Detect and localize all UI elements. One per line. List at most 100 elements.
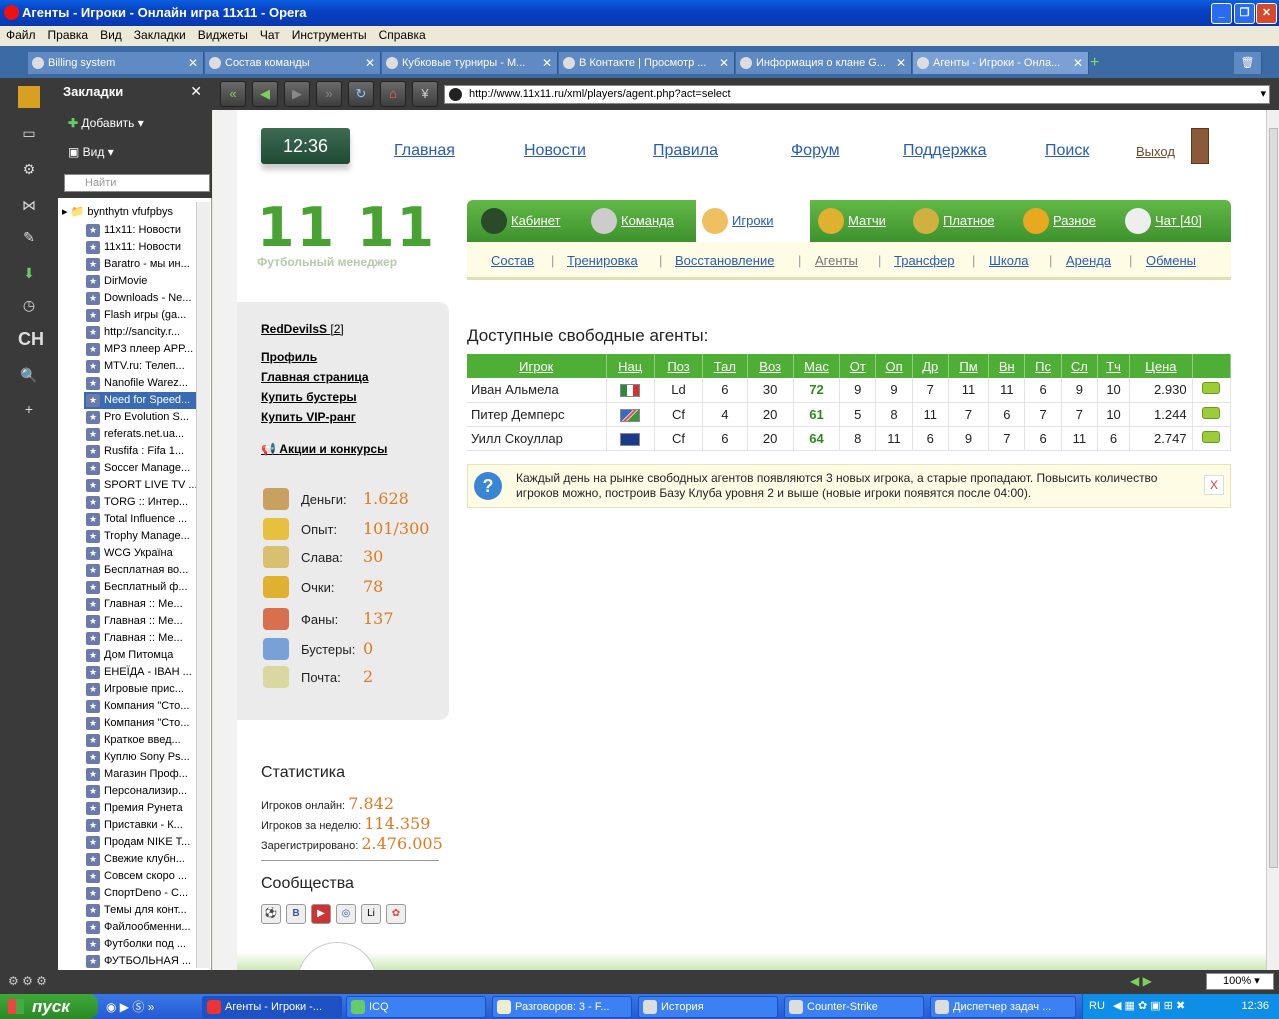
widgets-icon[interactable]: ⚙ (18, 158, 40, 180)
page-scrollbar[interactable] (1266, 110, 1279, 970)
quick-launch-icons[interactable]: ◉ ▶ Ⓢ » (106, 998, 154, 1015)
subtab-loan[interactable]: Аренда (1066, 253, 1111, 268)
flickr-icon[interactable]: ✿ (386, 904, 406, 924)
menu-help[interactable]: Справка (373, 26, 432, 44)
site-logo[interactable]: 11 11 Футбольный менеджер (257, 196, 437, 269)
close-button[interactable]: ✕ (1256, 3, 1277, 24)
col-vn[interactable]: Вн (988, 354, 1026, 378)
subtab-exchanges[interactable]: Обмены (1146, 253, 1196, 268)
rewind-icon[interactable]: « (220, 81, 246, 107)
subtab-transfer[interactable]: Трансфер (894, 253, 955, 268)
menu-chat[interactable]: Чат (254, 26, 286, 44)
bookmark-item[interactable]: ★ Главная :: Ме... (84, 596, 198, 613)
bookmarks-search-input[interactable]: Найти (64, 174, 210, 192)
bookmark-item[interactable]: ★ Nanofile Warez... (84, 375, 198, 392)
fast-forward-icon[interactable]: » (316, 81, 342, 107)
task-manager[interactable]: Диспетчер задач ... (930, 996, 1076, 1018)
soccer-icon[interactable]: ⚽ (261, 904, 281, 924)
subtab-school[interactable]: Школа (989, 253, 1029, 268)
bookmark-item[interactable]: ★ СпортDeno - С... (84, 885, 198, 902)
forward-icon[interactable]: ▶ (284, 81, 310, 107)
bookmark-folder[interactable]: ▸ 📁 bynthytn vfufpbys (62, 205, 173, 218)
task-history[interactable]: История (638, 996, 778, 1018)
nav-home[interactable]: Главная (394, 142, 455, 160)
nav-forum[interactable]: Форум (791, 142, 840, 160)
start-button[interactable]: пуск (0, 994, 98, 1019)
bookmarks-panel-icon[interactable]: ▭ (18, 122, 40, 144)
buy-money-icon[interactable] (1202, 430, 1221, 443)
buy-money-icon[interactable] (1202, 382, 1221, 395)
tab-matches[interactable]: Матчи (812, 200, 904, 242)
trash-icon[interactable]: 🗑 (1234, 52, 1262, 74)
bookmark-item[interactable]: ★ Приставки - К... (84, 817, 198, 834)
menu-file[interactable]: Файл (0, 26, 42, 44)
bookmark-item[interactable]: ★ Компания "Сто... (84, 698, 198, 715)
subtab-recovery[interactable]: Восстановление (675, 253, 774, 268)
bookmark-item[interactable]: ★ Компания "Сто... (84, 715, 198, 732)
bookmark-item[interactable]: ★ Темы для конт... (84, 902, 198, 919)
bookmark-item[interactable]: ★ Куплю Sony Ps... (84, 749, 198, 766)
bookmark-item[interactable]: ★ Совсем скоро ... (84, 868, 198, 885)
close-panel-icon[interactable]: ✕ (190, 83, 202, 100)
bookmark-item[interactable]: ★ Игровые прис... (84, 681, 198, 698)
links-icon[interactable]: ⋈ (18, 194, 40, 216)
bookmark-item[interactable]: ★ Краткое введ... (84, 732, 198, 749)
language-indicator[interactable]: RU (1089, 1000, 1105, 1012)
tab-misc[interactable]: Разное (1017, 200, 1117, 242)
zoom-select[interactable]: 100% ▾ (1206, 973, 1274, 990)
tab-billing[interactable]: Billing system ✕ (28, 52, 204, 74)
bookmark-item[interactable]: ★ Дом Питомца (84, 647, 198, 664)
history-icon[interactable]: ◷ (18, 294, 40, 316)
player-name[interactable]: Уилл Скоуллар (467, 426, 607, 451)
address-bar[interactable]: http://www.11x11.ru/xml/players/agent.ph… (444, 85, 1270, 104)
view-button[interactable]: ▣ Вид ▾ (68, 145, 114, 159)
bookmarks-scrollbar[interactable] (196, 202, 210, 968)
buy-money-icon[interactable] (1202, 406, 1221, 419)
bookmark-item[interactable]: ★ Бесплатный ф... (84, 579, 198, 596)
bookmark-item[interactable]: ★ Свежие клубн... (84, 851, 198, 868)
bookmark-item[interactable]: ★ Total Influence ... (84, 511, 198, 528)
bookmark-item[interactable]: ★ Бесплатная во... (84, 562, 198, 579)
menu-edit[interactable]: Правка (42, 26, 95, 44)
bookmark-item[interactable]: ★ Главная :: Ме... (84, 613, 198, 630)
bookmark-item[interactable]: ★ Need for Speed... (84, 392, 198, 409)
tab-vkontakte[interactable]: В Контакте | Просмотр ... ✕ (559, 52, 735, 74)
tab-players[interactable]: Игроки (696, 200, 810, 242)
col-ot[interactable]: От (839, 354, 877, 378)
col-tch[interactable]: Тч (1097, 354, 1131, 378)
nav-search[interactable]: Поиск (1045, 142, 1089, 160)
col-pm[interactable]: Пм (948, 354, 990, 378)
subtab-training[interactable]: Тренировка (567, 253, 638, 268)
bookmark-item[interactable]: ★ DirMovie (84, 273, 198, 290)
search-icon[interactable]: 🔍 (18, 364, 40, 386)
bookmark-item[interactable]: ★ Персонализир... (84, 783, 198, 800)
youtube-icon[interactable]: ▶ (311, 904, 331, 924)
task-conversations[interactable]: Разговоров: 3 - F... (492, 996, 632, 1018)
bookmark-item[interactable]: ★ TORG :: Интер... (84, 494, 198, 511)
bookmark-item[interactable]: ★ ФУТБОЛЬНАЯ ... (84, 953, 198, 968)
tab-close-icon[interactable]: ✕ (365, 52, 375, 74)
bookmark-item[interactable]: ★ Trophy Manage... (84, 528, 198, 545)
col-sl[interactable]: Сл (1061, 354, 1098, 378)
door-icon[interactable] (1191, 128, 1209, 164)
close-info-button[interactable]: X (1204, 475, 1224, 495)
buy-vip-link[interactable]: Купить VIP-ранг (261, 410, 356, 424)
bookmark-item[interactable]: ★ referats.net.ua... (84, 426, 198, 443)
back-icon[interactable]: ◀ (252, 81, 278, 107)
col-op[interactable]: Оп (875, 354, 913, 378)
task-opera[interactable]: Агенты - Игроки -... (202, 996, 342, 1018)
col-talent[interactable]: Тал (702, 354, 748, 378)
bookmark-item[interactable]: ★ Flash игры (ga... (84, 307, 198, 324)
profile-link[interactable]: Профиль (261, 350, 317, 364)
logout-link[interactable]: Выход (1136, 144, 1175, 159)
tab-close-icon[interactable]: ✕ (1073, 52, 1083, 74)
add-panel-icon[interactable]: + (18, 398, 40, 420)
tab-cups[interactable]: Кубковые турниры - М... ✕ (382, 52, 558, 74)
tab-team-site[interactable]: Команда (585, 200, 695, 242)
bookmark-item[interactable]: ★ Rusfifa : Fifa 1... (84, 443, 198, 460)
scroll-thumb[interactable] (1269, 128, 1278, 868)
tab-clan-info[interactable]: Информация о клане G... ✕ (736, 52, 912, 74)
player-name[interactable]: Иван Альмела (467, 378, 607, 403)
status-tools-icon[interactable]: ⚙ ⚙ ⚙ (8, 974, 47, 988)
username-link[interactable]: RedDevilsS [2] (261, 322, 344, 336)
